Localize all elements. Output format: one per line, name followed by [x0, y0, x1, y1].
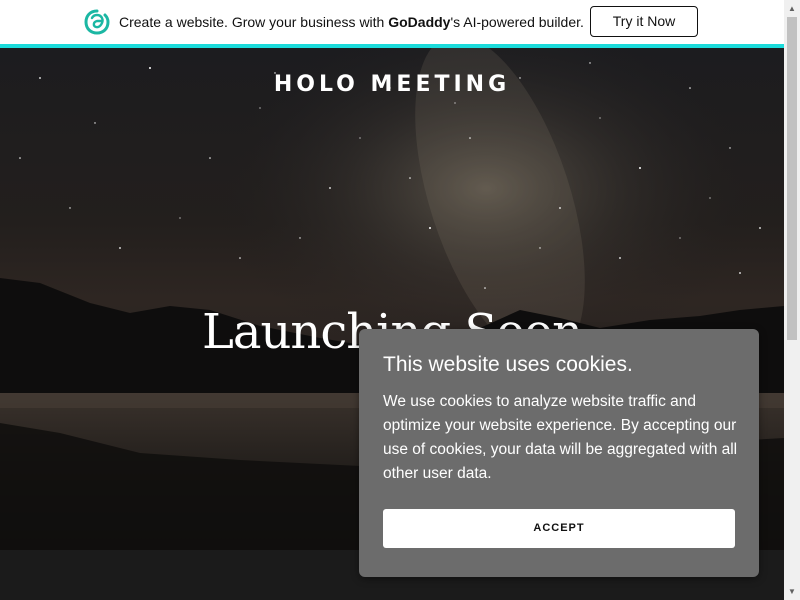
- vertical-scrollbar[interactable]: ▲ ▼: [784, 0, 800, 600]
- cookie-dialog-title: This website uses cookies.: [383, 353, 633, 376]
- promo-content: Create a website. Grow your business wit…: [83, 7, 584, 37]
- try-it-now-button[interactable]: Try it Now: [590, 6, 698, 37]
- site-title[interactable]: HOLO MEETING: [0, 72, 784, 97]
- promo-brand: GoDaddy: [388, 14, 451, 30]
- promo-message: Create a website. Grow your business wit…: [119, 14, 584, 30]
- godaddy-logo-icon: [84, 9, 110, 35]
- scroll-down-arrow-icon[interactable]: ▼: [784, 583, 800, 600]
- scroll-up-arrow-icon[interactable]: ▲: [784, 0, 800, 17]
- cookie-consent-dialog: This website uses cookies. We use cookie…: [359, 329, 759, 577]
- promo-banner: Create a website. Grow your business wit…: [0, 0, 784, 48]
- page: Create a website. Grow your business wit…: [0, 0, 800, 600]
- accept-cookies-button[interactable]: ACCEPT: [383, 509, 735, 548]
- promo-text-after: 's AI-powered builder.: [450, 14, 584, 30]
- scrollbar-thumb[interactable]: [787, 17, 797, 340]
- cookie-dialog-body: We use cookies to analyze website traffi…: [383, 393, 738, 482]
- promo-text-before: Create a website. Grow your business wit…: [119, 14, 389, 30]
